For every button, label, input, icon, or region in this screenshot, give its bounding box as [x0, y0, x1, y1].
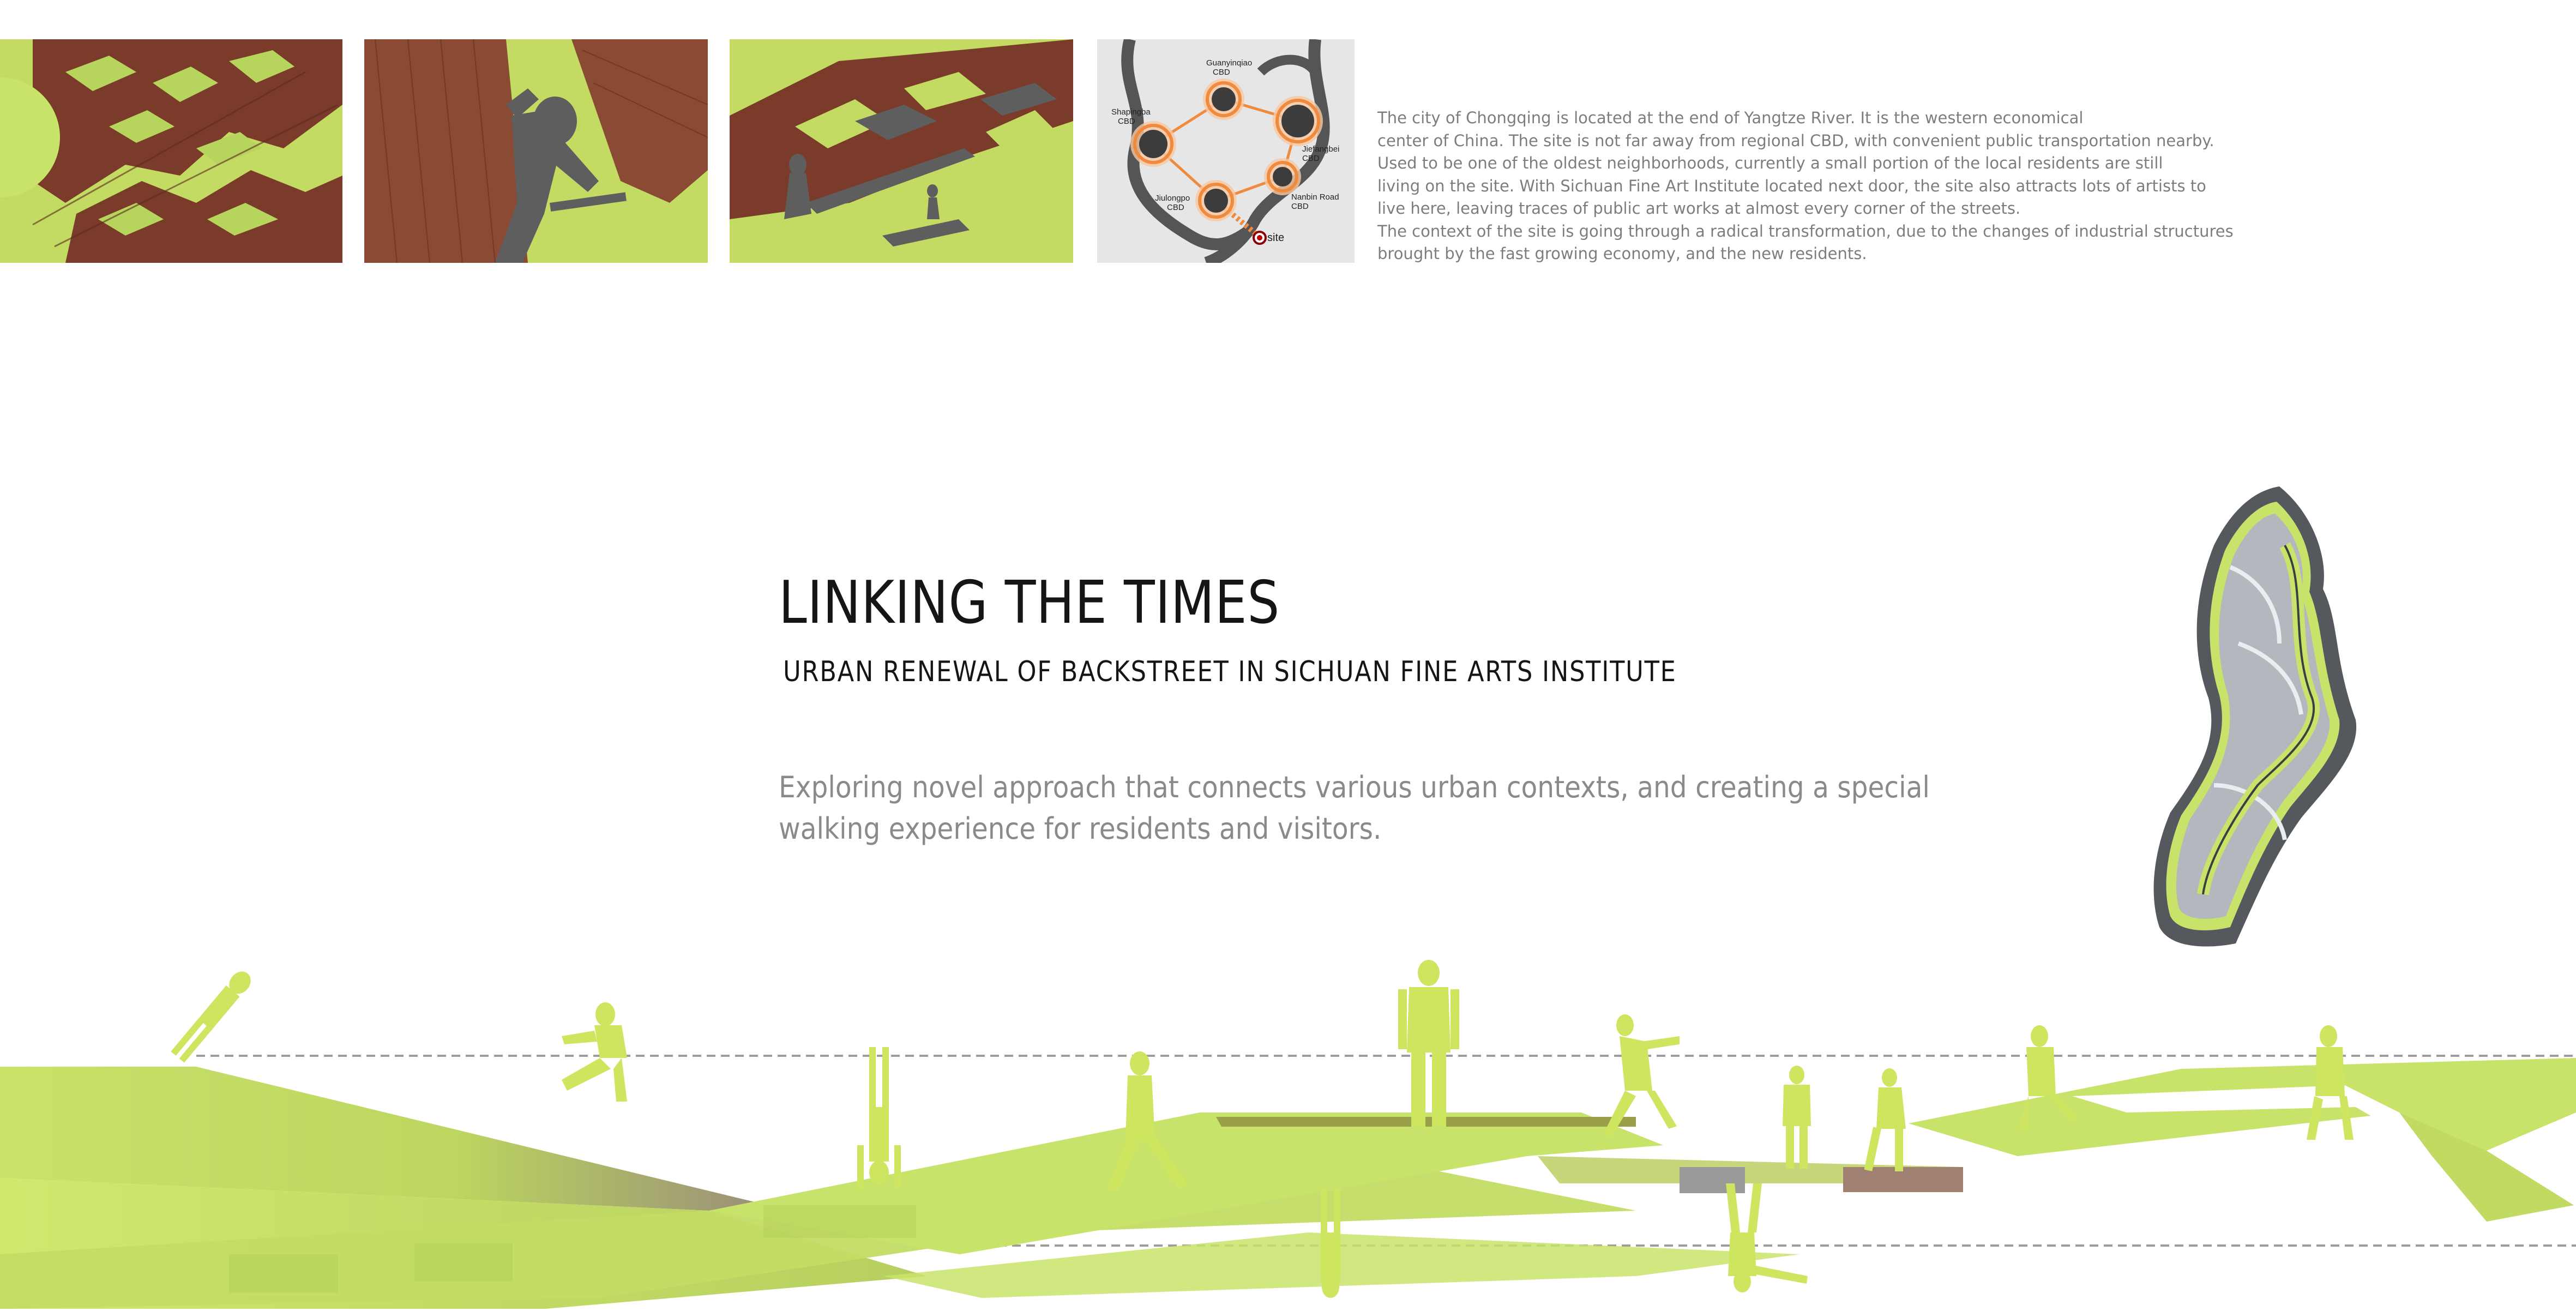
map-label-site: site: [1267, 232, 1284, 244]
location-map: Guanyinqiao CBD Shapingba CBD Jiefangbei CB…: [1097, 39, 1355, 263]
page-title: LINKING THE TIMES: [779, 569, 1280, 637]
site-plan-outline: [2148, 480, 2399, 954]
thumbnail-plaza: [730, 39, 1073, 263]
thumbnail-aerial: [0, 39, 342, 263]
thumbnail-street: [364, 39, 708, 263]
context-paragraph: The city of Chongqing is located at the …: [1377, 109, 2234, 263]
intro-paragraph: Exploring novel approach that connects v…: [779, 770, 1930, 846]
linked-walkway-section: [0, 949, 2576, 1309]
page-subtitle: URBAN RENEWAL OF BACKSTREET IN SICHUAN F…: [783, 656, 1677, 688]
